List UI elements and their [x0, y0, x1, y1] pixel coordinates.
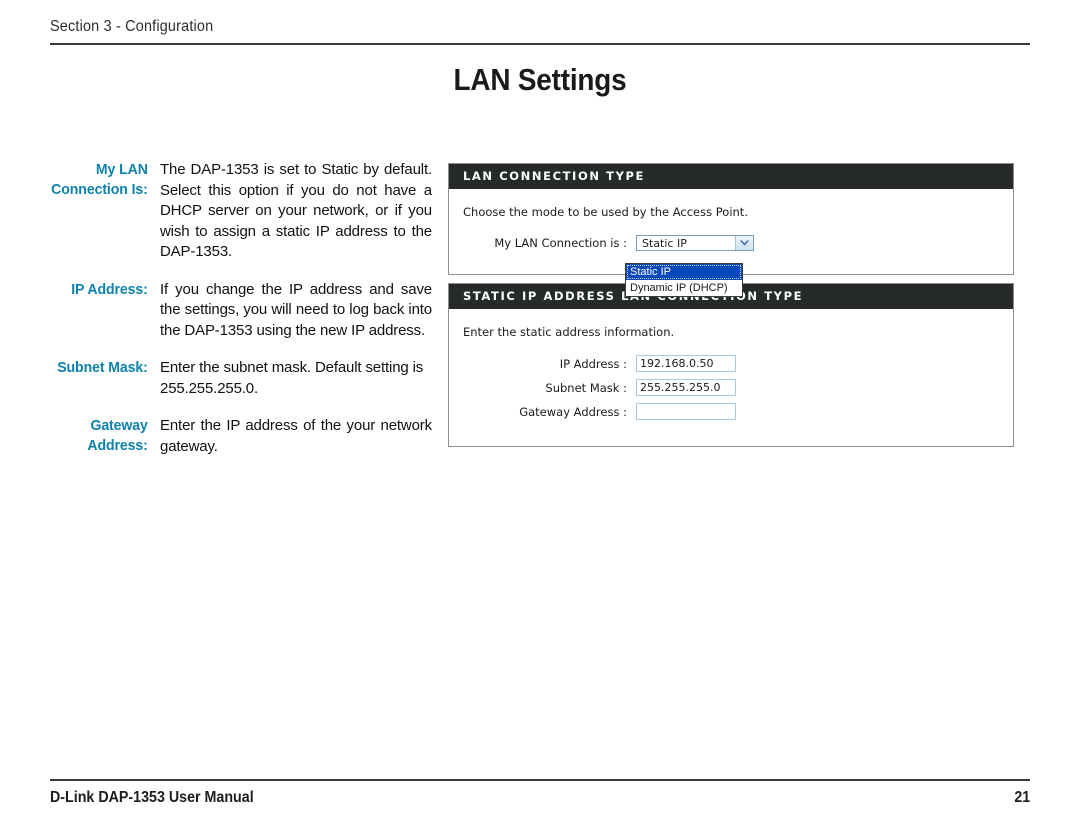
lan-connection-field-label: My LAN Connection is : — [494, 236, 627, 250]
footer-manual-name: D-Link DAP-1353 User Manual — [50, 789, 254, 806]
definition-row: Subnet Mask: Enter the subnet mask. Defa… — [22, 358, 432, 399]
section-label: Section 3 - Configuration — [50, 18, 214, 35]
lan-connection-field-row: My LAN Connection is : Static IP — [463, 235, 999, 251]
footer-page-number: 21 — [1014, 789, 1030, 806]
lan-connection-type-heading: LAN CONNECTION TYPE — [449, 164, 1013, 189]
definition-list: My LAN Connection Is: The DAP-1353 is se… — [22, 160, 432, 474]
chevron-down-icon[interactable] — [735, 236, 753, 250]
definition-row: My LAN Connection Is: The DAP-1353 is se… — [22, 160, 432, 263]
page-header: Section 3 - Configuration — [50, 18, 1030, 45]
definition-description: The DAP-1353 is set to Static by default… — [160, 161, 432, 260]
lan-connection-type-body: Choose the mode to be used by the Access… — [449, 189, 1013, 267]
definition-term: IP Address: — [71, 280, 148, 298]
ip-address-label: IP Address : — [559, 356, 627, 371]
lan-connection-options-list[interactable]: Static IP Dynamic IP (DHCP) — [625, 263, 743, 297]
definition-term: My LAN Connection Is: — [51, 161, 148, 198]
lan-connection-select[interactable]: Static IP — [636, 235, 754, 251]
option-static-ip[interactable]: Static IP — [626, 264, 742, 280]
lan-connection-type-panel: LAN CONNECTION TYPE Choose the mode to b… — [448, 163, 1014, 275]
subnet-mask-label: Subnet Mask : — [545, 380, 627, 395]
static-ip-address-body: Enter the static address information. IP… — [449, 309, 1013, 437]
ip-address-input[interactable] — [636, 355, 736, 372]
lan-connection-select-value: Static IP — [642, 236, 687, 250]
definition-term: Gateway Address: — [87, 417, 148, 454]
gateway-address-label: Gateway Address : — [519, 404, 627, 419]
definition-description: Enter the subnet mask. Default setting i… — [160, 359, 424, 397]
page-footer: D-Link DAP-1353 User Manual 21 — [50, 789, 1030, 807]
subnet-mask-input[interactable] — [636, 379, 736, 396]
subnet-mask-row: Subnet Mask : — [463, 379, 999, 396]
footer-divider — [50, 779, 1030, 781]
definition-row: IP Address: If you change the IP address… — [22, 280, 432, 342]
static-ip-address-intro: Enter the static address information. — [463, 325, 675, 339]
lan-connection-type-intro: Choose the mode to be used by the Access… — [463, 205, 748, 219]
option-dynamic-ip-dhcp[interactable]: Dynamic IP (DHCP) — [626, 280, 742, 296]
definition-description: If you change the IP address and save th… — [160, 280, 432, 339]
definition-description: Enter the IP address of the your network… — [160, 417, 432, 455]
gateway-address-input[interactable] — [636, 403, 736, 420]
header-divider — [50, 43, 1030, 45]
ip-address-row: IP Address : — [463, 355, 999, 372]
definition-term: Subnet Mask: — [57, 359, 148, 376]
page-title: LAN Settings — [453, 62, 627, 97]
definition-row: Gateway Address: Enter the IP address of… — [22, 416, 432, 457]
static-ip-address-panel: STATIC IP ADDRESS LAN CONNECTION TYPE En… — [448, 283, 1014, 447]
gateway-address-row: Gateway Address : — [463, 403, 999, 420]
